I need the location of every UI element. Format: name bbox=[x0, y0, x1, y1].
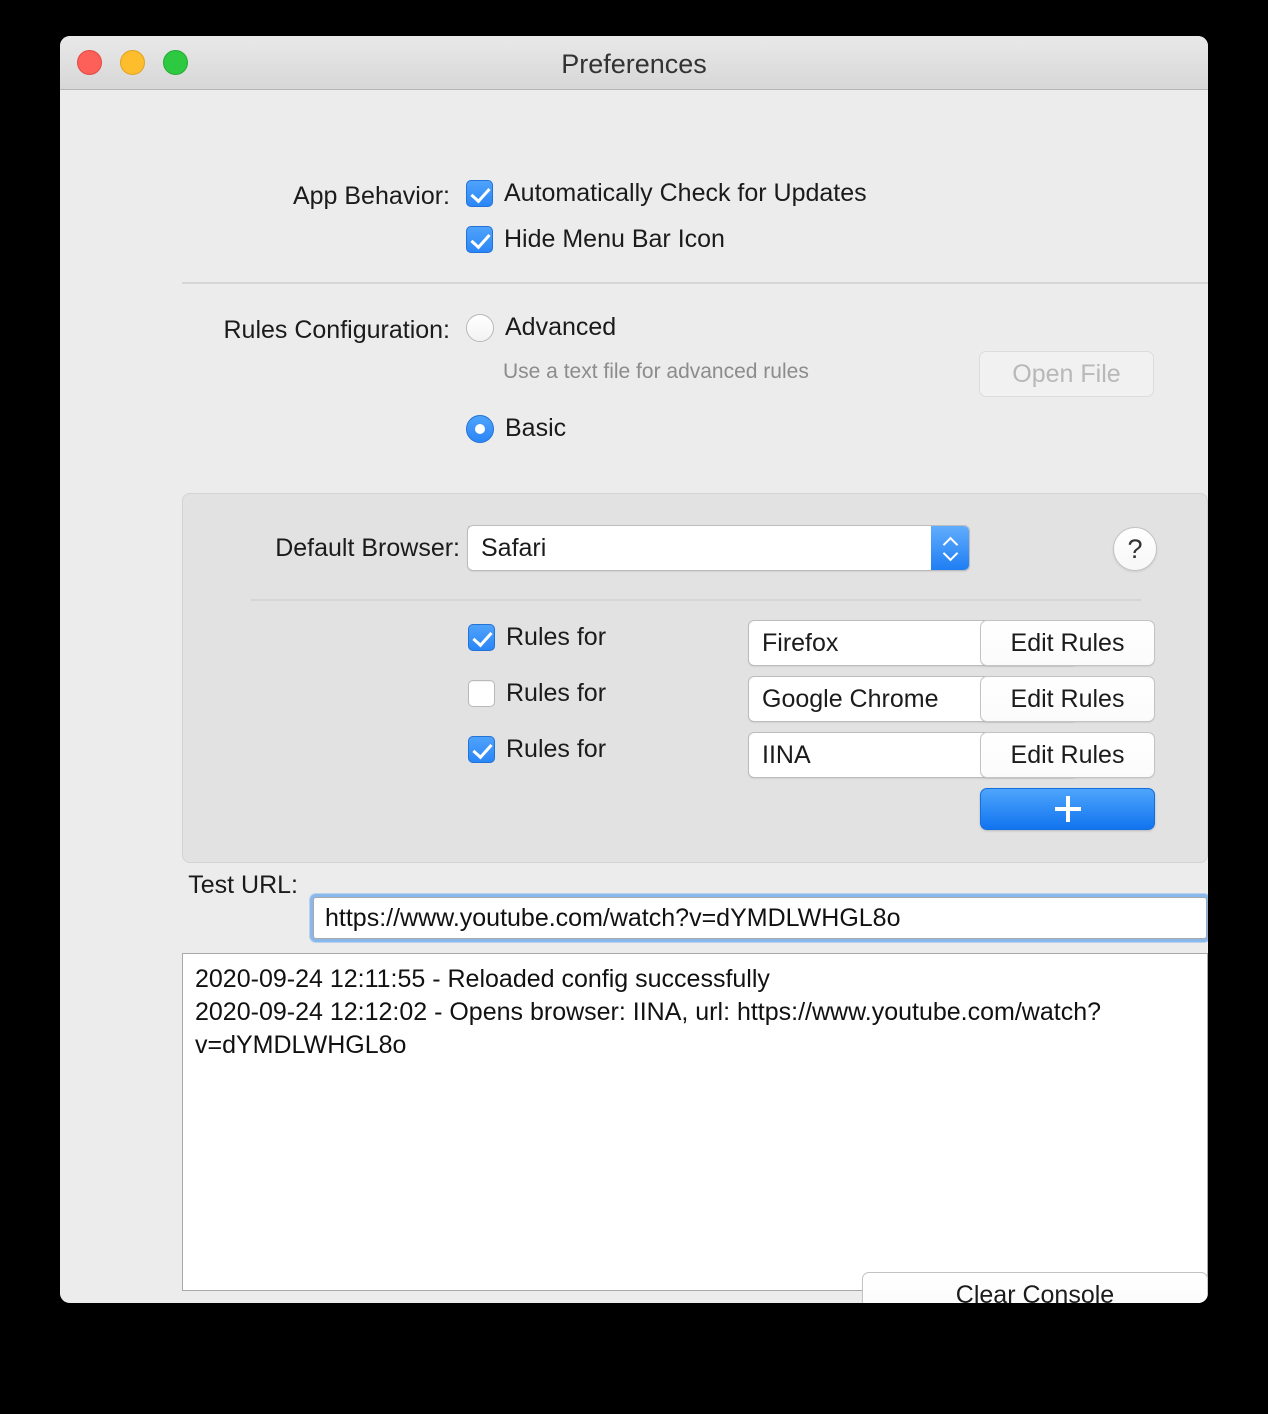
question-mark-icon: ? bbox=[1127, 533, 1143, 564]
rule-label-google-chrome: Rules for bbox=[506, 679, 607, 707]
edit-rules-label-iina: Edit Rules bbox=[1010, 740, 1125, 769]
chevron-down-icon bbox=[944, 550, 957, 558]
edit-rules-button-firefox[interactable]: Edit Rules bbox=[980, 620, 1155, 666]
section-divider bbox=[182, 282, 1208, 284]
rule-row[interactable]: Rules for bbox=[468, 679, 606, 708]
auto-check-updates-row[interactable]: Automatically Check for Updates bbox=[466, 179, 867, 208]
rule-row[interactable]: Rules for bbox=[468, 735, 606, 764]
app-behavior-label: App Behavior: bbox=[292, 182, 450, 210]
advanced-hint-text: Use a text file for advanced rules bbox=[503, 360, 809, 383]
advanced-radio-row[interactable]: Advanced bbox=[466, 313, 616, 342]
rule-enabled-checkbox-firefox[interactable] bbox=[468, 624, 495, 651]
console-output[interactable]: 2020-09-24 12:11:55 - Reloaded config su… bbox=[182, 953, 1208, 1291]
clear-console-label: Clear Console bbox=[955, 1280, 1115, 1304]
advanced-radio[interactable] bbox=[466, 313, 494, 342]
add-rule-button[interactable] bbox=[980, 788, 1155, 830]
basic-radio[interactable] bbox=[466, 414, 494, 443]
rule-browser-value-iina: IINA bbox=[762, 740, 811, 769]
default-browser-stepper-icon[interactable] bbox=[931, 526, 969, 570]
rule-enabled-checkbox-iina[interactable] bbox=[468, 736, 495, 763]
test-url-label: Test URL: bbox=[188, 871, 298, 899]
test-url-input[interactable]: https://www.youtube.com/watch?v=dYMDLWHG… bbox=[313, 897, 1207, 939]
console-line: 2020-09-24 12:11:55 - Reloaded config su… bbox=[195, 965, 770, 993]
basic-label: Basic bbox=[505, 414, 567, 442]
basic-rules-groupbox: Default Browser: Safari ? Rules for Fire… bbox=[182, 493, 1208, 863]
plus-icon bbox=[1054, 796, 1081, 822]
window-title: Preferences bbox=[561, 49, 707, 79]
auto-check-updates-label: Automatically Check for Updates bbox=[504, 179, 867, 207]
help-button[interactable]: ? bbox=[1113, 527, 1157, 571]
rule-browser-value-firefox: Firefox bbox=[762, 628, 839, 657]
clear-console-button[interactable]: Clear Console bbox=[862, 1272, 1208, 1303]
preferences-content: App Behavior: Automatically Check for Up… bbox=[60, 90, 1208, 1303]
auto-check-updates-checkbox[interactable] bbox=[466, 180, 493, 207]
rule-enabled-checkbox-google-chrome[interactable] bbox=[468, 680, 495, 707]
open-file-button-label: Open File bbox=[1012, 359, 1121, 388]
test-url-field-focus-ring: https://www.youtube.com/watch?v=dYMDLWHG… bbox=[310, 894, 1208, 942]
window-titlebar: Preferences bbox=[60, 36, 1208, 90]
rule-label-firefox: Rules for bbox=[506, 623, 607, 651]
basic-radio-row[interactable]: Basic bbox=[466, 414, 566, 443]
default-browser-value: Safari bbox=[481, 533, 547, 562]
edit-rules-label-firefox: Edit Rules bbox=[1010, 628, 1125, 657]
console-line: 2020-09-24 12:12:02 - Opens browser: IIN… bbox=[195, 998, 1102, 1059]
default-browser-select[interactable]: Safari bbox=[467, 525, 970, 571]
hide-menu-bar-icon-label: Hide Menu Bar Icon bbox=[504, 225, 725, 253]
rules-configuration-label: Rules Configuration: bbox=[223, 316, 450, 344]
edit-rules-button-iina[interactable]: Edit Rules bbox=[980, 732, 1155, 778]
rule-browser-value-google-chrome: Google Chrome bbox=[762, 684, 939, 713]
hide-menu-bar-icon-checkbox[interactable] bbox=[466, 226, 493, 253]
edit-rules-button-google-chrome[interactable]: Edit Rules bbox=[980, 676, 1155, 722]
open-file-button[interactable]: Open File bbox=[979, 351, 1154, 397]
hide-menu-bar-icon-row[interactable]: Hide Menu Bar Icon bbox=[466, 225, 725, 254]
edit-rules-label-google-chrome: Edit Rules bbox=[1010, 684, 1125, 713]
advanced-label: Advanced bbox=[505, 313, 617, 341]
rule-label-iina: Rules for bbox=[506, 735, 607, 763]
groupbox-divider bbox=[251, 599, 1141, 601]
rule-row[interactable]: Rules for bbox=[468, 623, 606, 652]
preferences-window: Preferences App Behavior: Automatically … bbox=[60, 36, 1208, 1303]
default-browser-label: Default Browser: bbox=[275, 534, 460, 562]
